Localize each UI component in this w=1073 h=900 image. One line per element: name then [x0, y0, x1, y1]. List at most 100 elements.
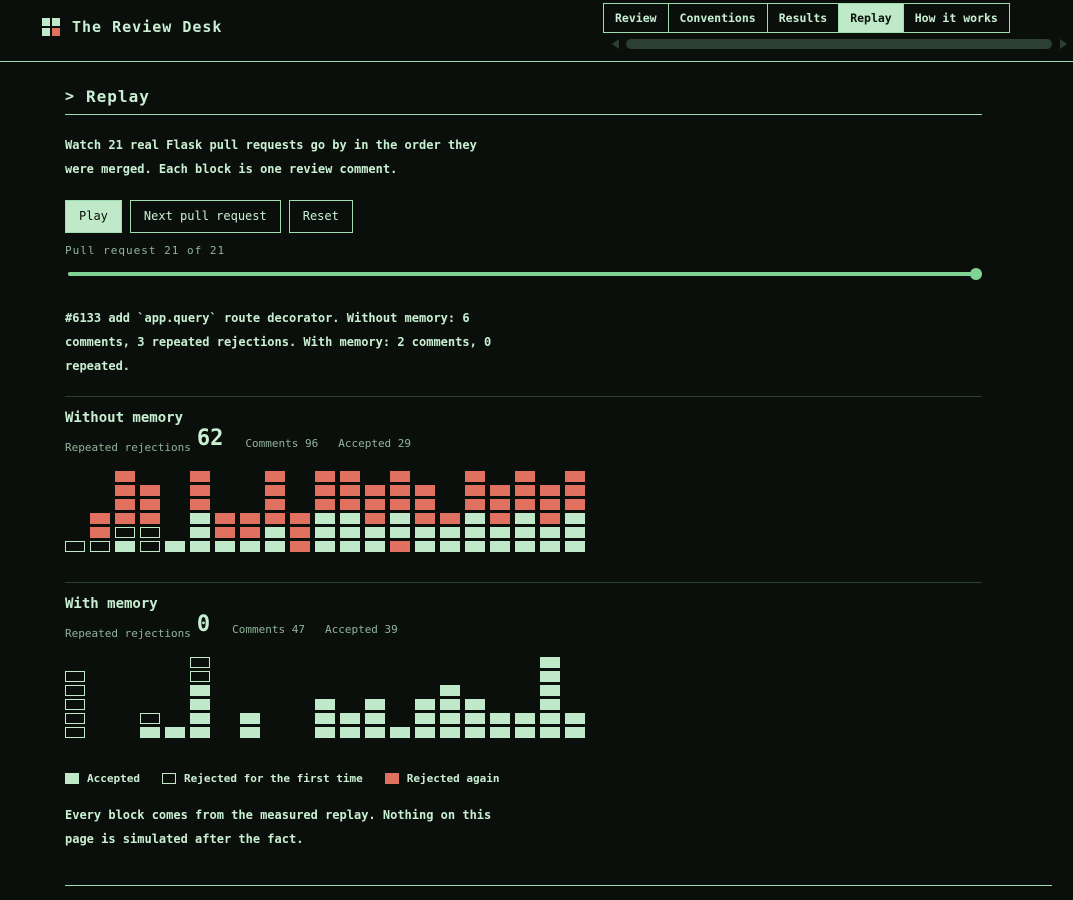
comments-count: Comments 96: [245, 437, 319, 450]
accepted-block: [540, 685, 560, 696]
accepted-block: [490, 527, 510, 538]
rejected-again-block: [465, 471, 485, 482]
rejected-first-block: [190, 671, 210, 682]
app-title: The Review Desk: [72, 18, 223, 36]
rejected-again-block: [515, 471, 535, 482]
accepted-block: [565, 541, 585, 552]
rejected-first-block: [140, 541, 160, 552]
rejected-again-block: [290, 513, 310, 524]
rejected-first-block: [140, 527, 160, 538]
accepted-block: [190, 713, 210, 724]
replay-controls: Play Next pull request Reset: [65, 200, 353, 233]
accepted-block: [565, 527, 585, 538]
rejected-again-block: [565, 485, 585, 496]
tab-review[interactable]: Review: [603, 3, 669, 33]
rejected-again-block: [240, 527, 260, 538]
rejected-again-block: [365, 485, 385, 496]
legend: Accepted Rejected for the first time Rej…: [65, 772, 522, 785]
tab-conventions[interactable]: Conventions: [668, 3, 768, 33]
tab-replay[interactable]: Replay: [839, 3, 904, 33]
accepted-block: [365, 541, 385, 552]
progress-label: Pull request 21 of 21: [65, 244, 226, 257]
section-title: Replay: [86, 87, 150, 106]
rejected-again-block: [440, 513, 460, 524]
accepted-block: [440, 727, 460, 738]
accepted-block: [390, 727, 410, 738]
rejected-first-block: [65, 727, 85, 738]
nav-scrollbar[interactable]: [610, 38, 1070, 50]
with-memory-title: With memory: [65, 596, 158, 612]
accepted-block: [315, 727, 335, 738]
scroll-left-icon[interactable]: [612, 39, 619, 49]
accepted-block: [490, 713, 510, 724]
legend-rejected-first: Rejected for the first time: [183, 772, 363, 785]
rejected-again-block: [390, 541, 410, 552]
play-button[interactable]: Play: [65, 200, 122, 233]
rejected-again-block: [140, 485, 160, 496]
accepted-block: [440, 685, 460, 696]
repeated-rejections-value: 62: [196, 426, 224, 451]
accepted-block: [340, 527, 360, 538]
rejected-again-block: [115, 513, 135, 524]
rejected-again-block: [390, 485, 410, 496]
rejected-again-block: [340, 471, 360, 482]
slider-handle[interactable]: [970, 268, 982, 280]
reset-button[interactable]: Reset: [288, 200, 353, 233]
rejected-again-block: [415, 485, 435, 496]
rejected-again-block: [365, 513, 385, 524]
accepted-count: Accepted 39: [324, 623, 398, 636]
rejected-again-block: [490, 513, 510, 524]
rejected-first-block: [140, 713, 160, 724]
accepted-block: [390, 527, 410, 538]
accepted-block: [465, 541, 485, 552]
rejected-first-block: [90, 541, 110, 552]
without-memory-title: Without memory: [65, 410, 184, 426]
rejected-again-block: [515, 499, 535, 510]
accepted-block: [365, 727, 385, 738]
accepted-block: [540, 713, 560, 724]
rejected-again-block: [115, 499, 135, 510]
brand[interactable]: The Review Desk: [42, 18, 222, 36]
with-memory-chart: [65, 652, 590, 738]
rejected-again-block: [365, 499, 385, 510]
accepted-block: [440, 527, 460, 538]
rejected-first-block: [65, 685, 85, 696]
rejected-again-block: [265, 499, 285, 510]
rejected-again-block: [565, 499, 585, 510]
rejected-again-block: [415, 513, 435, 524]
accepted-block: [415, 727, 435, 738]
rejected-first-block: [190, 657, 210, 668]
accepted-block: [465, 713, 485, 724]
tab-results[interactable]: Results: [767, 3, 840, 33]
rejected-again-block: [340, 485, 360, 496]
scrollbar-thumb[interactable]: [626, 39, 1052, 49]
accepted-swatch: [65, 773, 79, 784]
tab-how-it-works[interactable]: How it works: [903, 3, 1010, 33]
rejected-again-block: [290, 541, 310, 552]
without-memory-stats: Repeated rejections 62 Comments 96 Accep…: [65, 428, 431, 455]
rejected-again-block: [490, 485, 510, 496]
next-pr-button[interactable]: Next pull request: [129, 200, 281, 233]
rejected-again-block: [465, 485, 485, 496]
accepted-block: [515, 713, 535, 724]
intro-text: Watch 21 real Flask pull requests go by …: [65, 138, 477, 176]
accepted-block: [440, 699, 460, 710]
scroll-right-icon[interactable]: [1060, 39, 1067, 49]
rejected-again-block: [390, 499, 410, 510]
rejected-again-block: [215, 513, 235, 524]
accepted-block: [115, 541, 135, 552]
accepted-block: [365, 527, 385, 538]
legend-rejected-again: Rejected again: [406, 772, 500, 785]
accepted-block: [540, 699, 560, 710]
rejected-again-block: [90, 527, 110, 538]
rejected-again-block: [565, 471, 585, 482]
accepted-block: [540, 541, 560, 552]
rejected-again-block: [540, 499, 560, 510]
accepted-block: [465, 727, 485, 738]
accepted-block: [190, 513, 210, 524]
divider: [65, 582, 982, 583]
pr-slider[interactable]: [68, 268, 982, 280]
accepted-block: [340, 541, 360, 552]
accepted-block: [390, 513, 410, 524]
accepted-block: [315, 513, 335, 524]
